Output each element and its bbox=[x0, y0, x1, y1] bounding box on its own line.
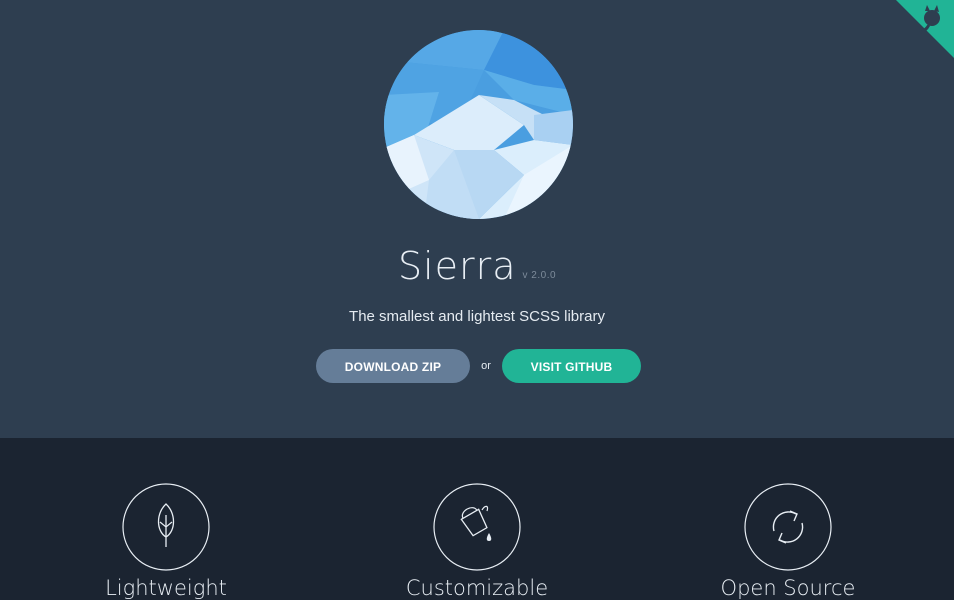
github-corner-link[interactable] bbox=[896, 0, 954, 58]
visit-github-button[interactable]: VISIT GITHUB bbox=[502, 349, 641, 383]
feature-label: Lightweight bbox=[105, 576, 227, 600]
feature-label: Customizable bbox=[405, 576, 549, 600]
hero-section: Sierra v 2.0.0 The smallest and lightest … bbox=[0, 0, 954, 438]
or-separator: or bbox=[481, 360, 491, 372]
sierra-logo bbox=[384, 30, 573, 219]
feature-label: Open Source bbox=[720, 576, 856, 600]
github-octocat-icon bbox=[896, 0, 954, 58]
download-zip-button[interactable]: DOWNLOAD ZIP bbox=[316, 349, 470, 383]
page: Sierra v 2.0.0 The smallest and lightest … bbox=[0, 0, 954, 600]
page-title: Sierra bbox=[397, 244, 517, 288]
paint-bucket-icon bbox=[433, 483, 521, 571]
title-row: Sierra v 2.0.0 bbox=[0, 244, 954, 288]
version-badge: v 2.0.0 bbox=[522, 270, 557, 281]
refresh-arrows-icon bbox=[744, 483, 832, 571]
leaf-icon bbox=[122, 483, 210, 571]
feature-lightweight: Lightweight bbox=[66, 483, 266, 600]
tagline: The smallest and lightest SCSS library bbox=[349, 308, 605, 325]
feature-open-source: Open Source bbox=[688, 483, 888, 600]
feature-customizable: Customizable bbox=[377, 483, 577, 600]
